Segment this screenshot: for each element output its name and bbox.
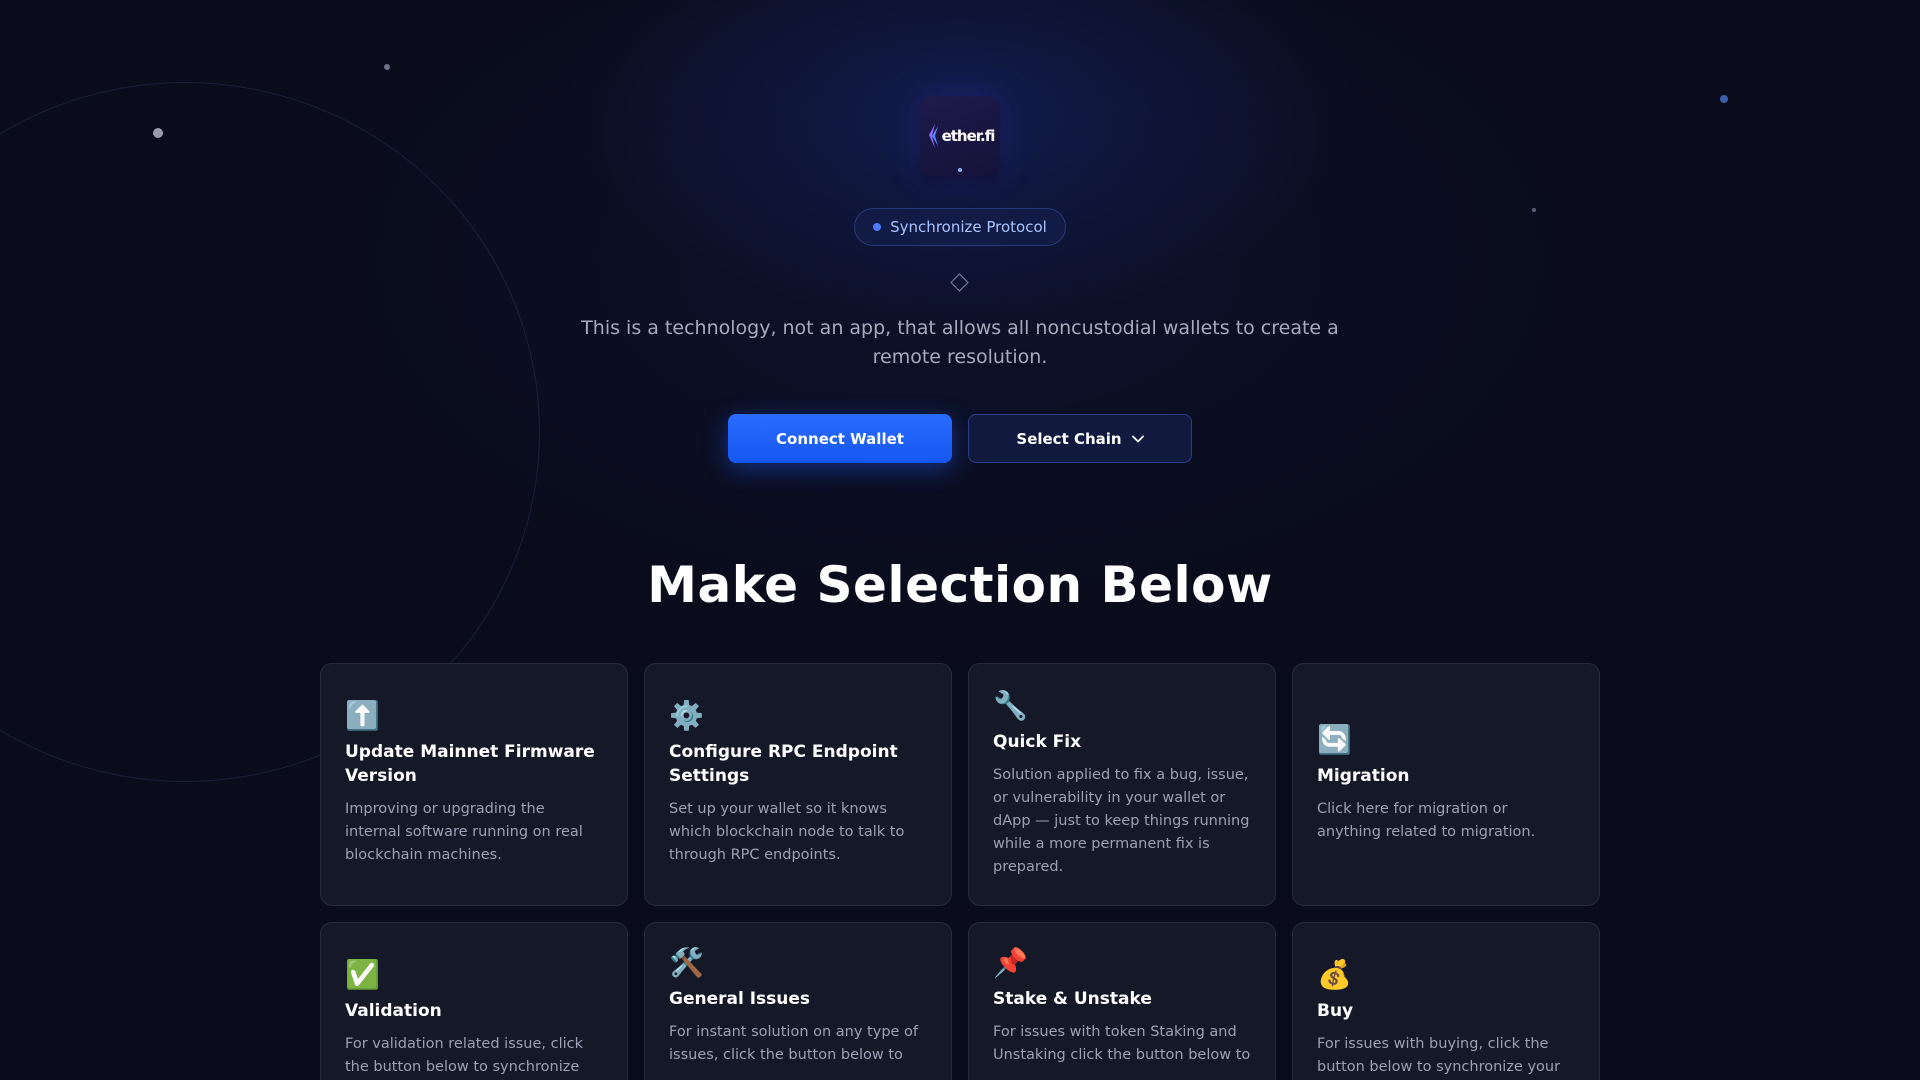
- card-description: Set up your wallet so it knows which blo…: [669, 801, 905, 863]
- diamond-divider-icon: [950, 273, 969, 292]
- hero-subtitle: This is a technology, not an app, that a…: [581, 317, 1339, 368]
- option-card-buy[interactable]: 💰 Buy For issues with buying, click the …: [1292, 922, 1600, 1080]
- card-title: Update Mainnet Firmware Version: [345, 742, 595, 786]
- page: ether.fi Synchronize Protocol This is a …: [0, 0, 1920, 1080]
- brand-logo: ether.fi: [920, 96, 1000, 176]
- logo-glow-dot: [958, 168, 962, 172]
- option-card-firmware[interactable]: ⬆️ Update Mainnet Firmware Version Impro…: [320, 663, 628, 906]
- etherfi-logo-icon: [928, 124, 938, 148]
- option-card-migration[interactable]: 🔄 Migration Click here for migration or …: [1292, 663, 1600, 906]
- money-bag-icon: 💰: [1317, 958, 1352, 991]
- refresh-icon: 🔄: [1317, 723, 1352, 756]
- chevron-down-icon: [1131, 435, 1144, 442]
- decor-dot: [1532, 208, 1536, 212]
- card-description: Solution applied to fix a bug, issue, or…: [993, 767, 1250, 875]
- select-chain-label: Select Chain: [1016, 429, 1122, 448]
- card-title: General Issues: [669, 989, 811, 1009]
- connect-wallet-button[interactable]: Connect Wallet: [728, 414, 952, 463]
- card-description: Improving or upgrading the internal soft…: [345, 801, 583, 863]
- section-title: Make Selection Below: [647, 556, 1273, 614]
- option-card-rpc[interactable]: ⚙️ Configure RPC Endpoint Settings Set u…: [644, 663, 952, 906]
- card-description: For issues with buying, click the button…: [1317, 1036, 1561, 1075]
- card-title: Validation: [345, 1001, 442, 1021]
- connect-wallet-label: Connect Wallet: [776, 429, 904, 448]
- card-description: For instant solution on any type of issu…: [669, 1024, 919, 1063]
- card-title: Buy: [1317, 1001, 1354, 1021]
- status-dot-icon: [873, 223, 882, 231]
- card-description: Click here for migration or anything rel…: [1317, 801, 1536, 840]
- up-arrow-icon: ⬆️: [345, 699, 380, 732]
- decor-dot: [384, 64, 390, 70]
- option-card-general-issues[interactable]: 🛠️ General Issues For instant solution o…: [644, 922, 952, 1080]
- option-card-quick-fix[interactable]: 🔧 Quick Fix Solution applied to fix a bu…: [968, 663, 1276, 906]
- card-title: Stake & Unstake: [993, 989, 1152, 1009]
- check-icon: ✅: [345, 958, 380, 991]
- status-badge-label: Synchronize Protocol: [890, 218, 1047, 236]
- card-description: For issues with token Staking and Unstak…: [993, 1024, 1251, 1063]
- card-description: For validation related issue, click the …: [345, 1036, 584, 1075]
- pin-icon: 📌: [993, 946, 1028, 979]
- option-card-stake-unstake[interactable]: 📌 Stake & Unstake For issues with token …: [968, 922, 1276, 1080]
- decor-dot: [1720, 95, 1728, 103]
- decor-dot: [153, 128, 163, 138]
- card-title: Quick Fix: [993, 732, 1082, 752]
- option-card-validation[interactable]: ✅ Validation For validation related issu…: [320, 922, 628, 1080]
- select-chain-button[interactable]: Select Chain: [968, 414, 1192, 463]
- tools-icon: 🛠️: [669, 946, 704, 979]
- brand-logo-text: ether.fi: [941, 127, 996, 145]
- gear-icon: ⚙️: [669, 699, 704, 732]
- status-badge: Synchronize Protocol: [854, 208, 1066, 246]
- card-title: Migration: [1317, 766, 1410, 786]
- wrench-icon: 🔧: [993, 689, 1028, 722]
- card-title: Configure RPC Endpoint Settings: [669, 742, 898, 786]
